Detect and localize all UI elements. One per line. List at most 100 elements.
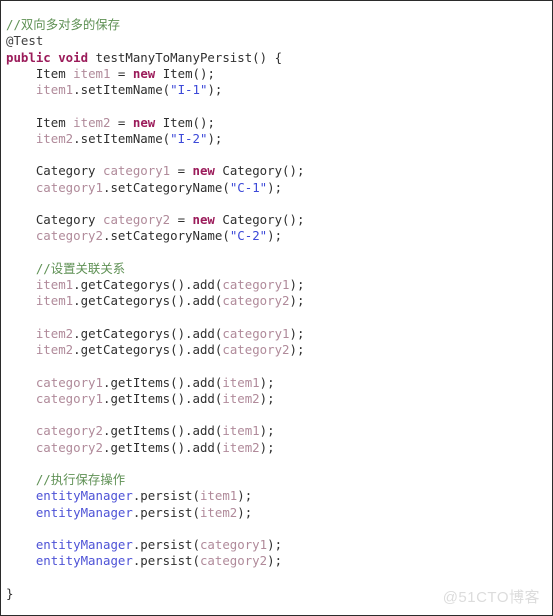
code-token-plain: .persist( [132,553,200,569]
code-token-plain: ); [237,504,253,520]
code-token-var: item1 [222,374,260,390]
code-token-plain: Category(); [214,212,305,227]
code-token-plain: .persist( [132,488,200,504]
code-token-var: category2 [35,228,103,244]
code-line: category2.setCategoryName("C-2"); [6,228,552,244]
code-token-plain: ); [267,553,283,569]
code-token-var: item2 [199,504,238,520]
code-line: entityManager.persist(item1); [6,488,552,504]
code-token-plain: .getCategorys().add( [73,293,223,309]
code-token-var: category1 [102,163,171,179]
code-line: category2.getItems().add(item1); [6,423,552,439]
code-token-var: item2 [35,130,74,146]
code-token-var: category1 [222,277,290,292]
code-token-plain: Category(); [214,163,305,179]
code-line: item2.getCategorys().add(category2); [6,342,552,358]
code-token-plain: ); [237,488,253,504]
code-token-var: item1 [35,293,74,309]
code-line: Item item1 = new Item(); [6,66,552,82]
code-token-plain: ); [289,342,305,357]
code-token-plain: .persist( [132,537,200,552]
code-token-comment: //设置关联关系 [35,260,126,276]
code-token-plain: = [110,65,133,81]
code-line: item1.setItemName("I-1"); [6,82,552,98]
code-token-plain: .getCategorys().add( [73,277,223,292]
code-line: entityManager.persist(category2); [6,553,552,569]
code-token-var: item1 [35,82,74,97]
code-token-keyword: new [192,212,215,227]
code-token-method: testManyToManyPersist() { [95,49,283,65]
code-token-var: category2 [199,553,268,569]
code-line: //执行保存操作 [6,472,552,488]
code-token-string: "C-1" [229,179,268,195]
code-line: category1.getItems().add(item2); [6,391,552,407]
code-token-ident: entityManager [35,553,133,569]
code-token-var: item1 [222,423,260,439]
code-token-var: category1 [199,537,268,552]
code-token-ident: entityManager [35,537,133,552]
code-token-plain: = [170,163,193,179]
code-token-plain: .getItems().add( [102,390,223,406]
code-token-plain: .getItems().add( [102,439,223,455]
code-token-plain: ); [207,82,223,97]
code-token-var: item1 [35,277,74,292]
code-token-plain: ); [289,293,305,309]
code-line: //双向多对多的保存 [6,17,552,33]
code-token-var: item1 [73,65,111,81]
code-token-plain: = [110,114,133,130]
code-token-comment: //双向多对多的保存 [6,17,121,32]
code-line: @Test [6,33,552,49]
code-token-plain: ); [259,374,275,390]
code-token-keyword: public void [6,49,89,65]
code-token-plain: .setItemName( [73,130,171,146]
code-token-plain: ); [259,439,275,455]
code-token-plain: } [6,585,14,601]
code-line: Item item2 = new Item(); [6,115,552,131]
watermark-label: @51CTO博客 [442,589,540,606]
code-screenshot-canvas: //双向多对多的保存 @Test public void testManyToMan… [0,0,553,616]
code-token-ident: entityManager [35,504,133,520]
code-token-plain: ); [289,325,305,341]
code-token-var: category2 [102,212,171,227]
code-token-var: category1 [35,374,103,390]
code-token-keyword: new [192,163,215,179]
code-token-string: "I-1" [170,82,208,97]
code-line: item1.getCategorys().add(category2); [6,293,552,309]
code-line: Category category2 = new Category(); [6,212,552,228]
code-token-plain: ); [267,179,283,195]
code-token-plain: .setCategoryName( [102,179,230,195]
code-line: item2.getCategorys().add(category1); [6,326,552,342]
code-token-plain: .getItems().add( [102,423,223,439]
code-token-plain: Item(); [155,114,215,130]
code-token-var: item2 [35,325,74,341]
code-token-var: item2 [73,114,111,130]
code-line: entityManager.persist(item2); [6,505,552,521]
code-token-type: Item [35,114,74,130]
code-line: category1.getItems().add(item1); [6,375,552,391]
code-token-var: category1 [222,325,290,341]
code-token-plain: .setItemName( [73,82,171,97]
code-token-ident: entityManager [35,488,133,504]
code-token-var: category2 [35,423,103,439]
code-listing[interactable]: //双向多对多的保存 @Test public void testManyToMan… [1,17,552,602]
code-token-plain: ); [207,130,223,146]
code-token-plain: .getCategorys().add( [73,325,223,341]
code-token-anno: @Test [6,33,44,49]
code-token-var: item2 [222,439,260,455]
code-token-plain: Item(); [155,65,215,81]
code-token-string: "I-2" [170,130,208,146]
code-token-comment: //执行保存操作 [35,472,126,487]
code-token-keyword: new [132,114,156,130]
code-token-plain: ); [259,390,275,406]
code-token-plain: ); [267,537,283,552]
code-line: category1.setCategoryName("C-1"); [6,180,552,196]
code-line: item2.setItemName("I-2"); [6,131,552,147]
